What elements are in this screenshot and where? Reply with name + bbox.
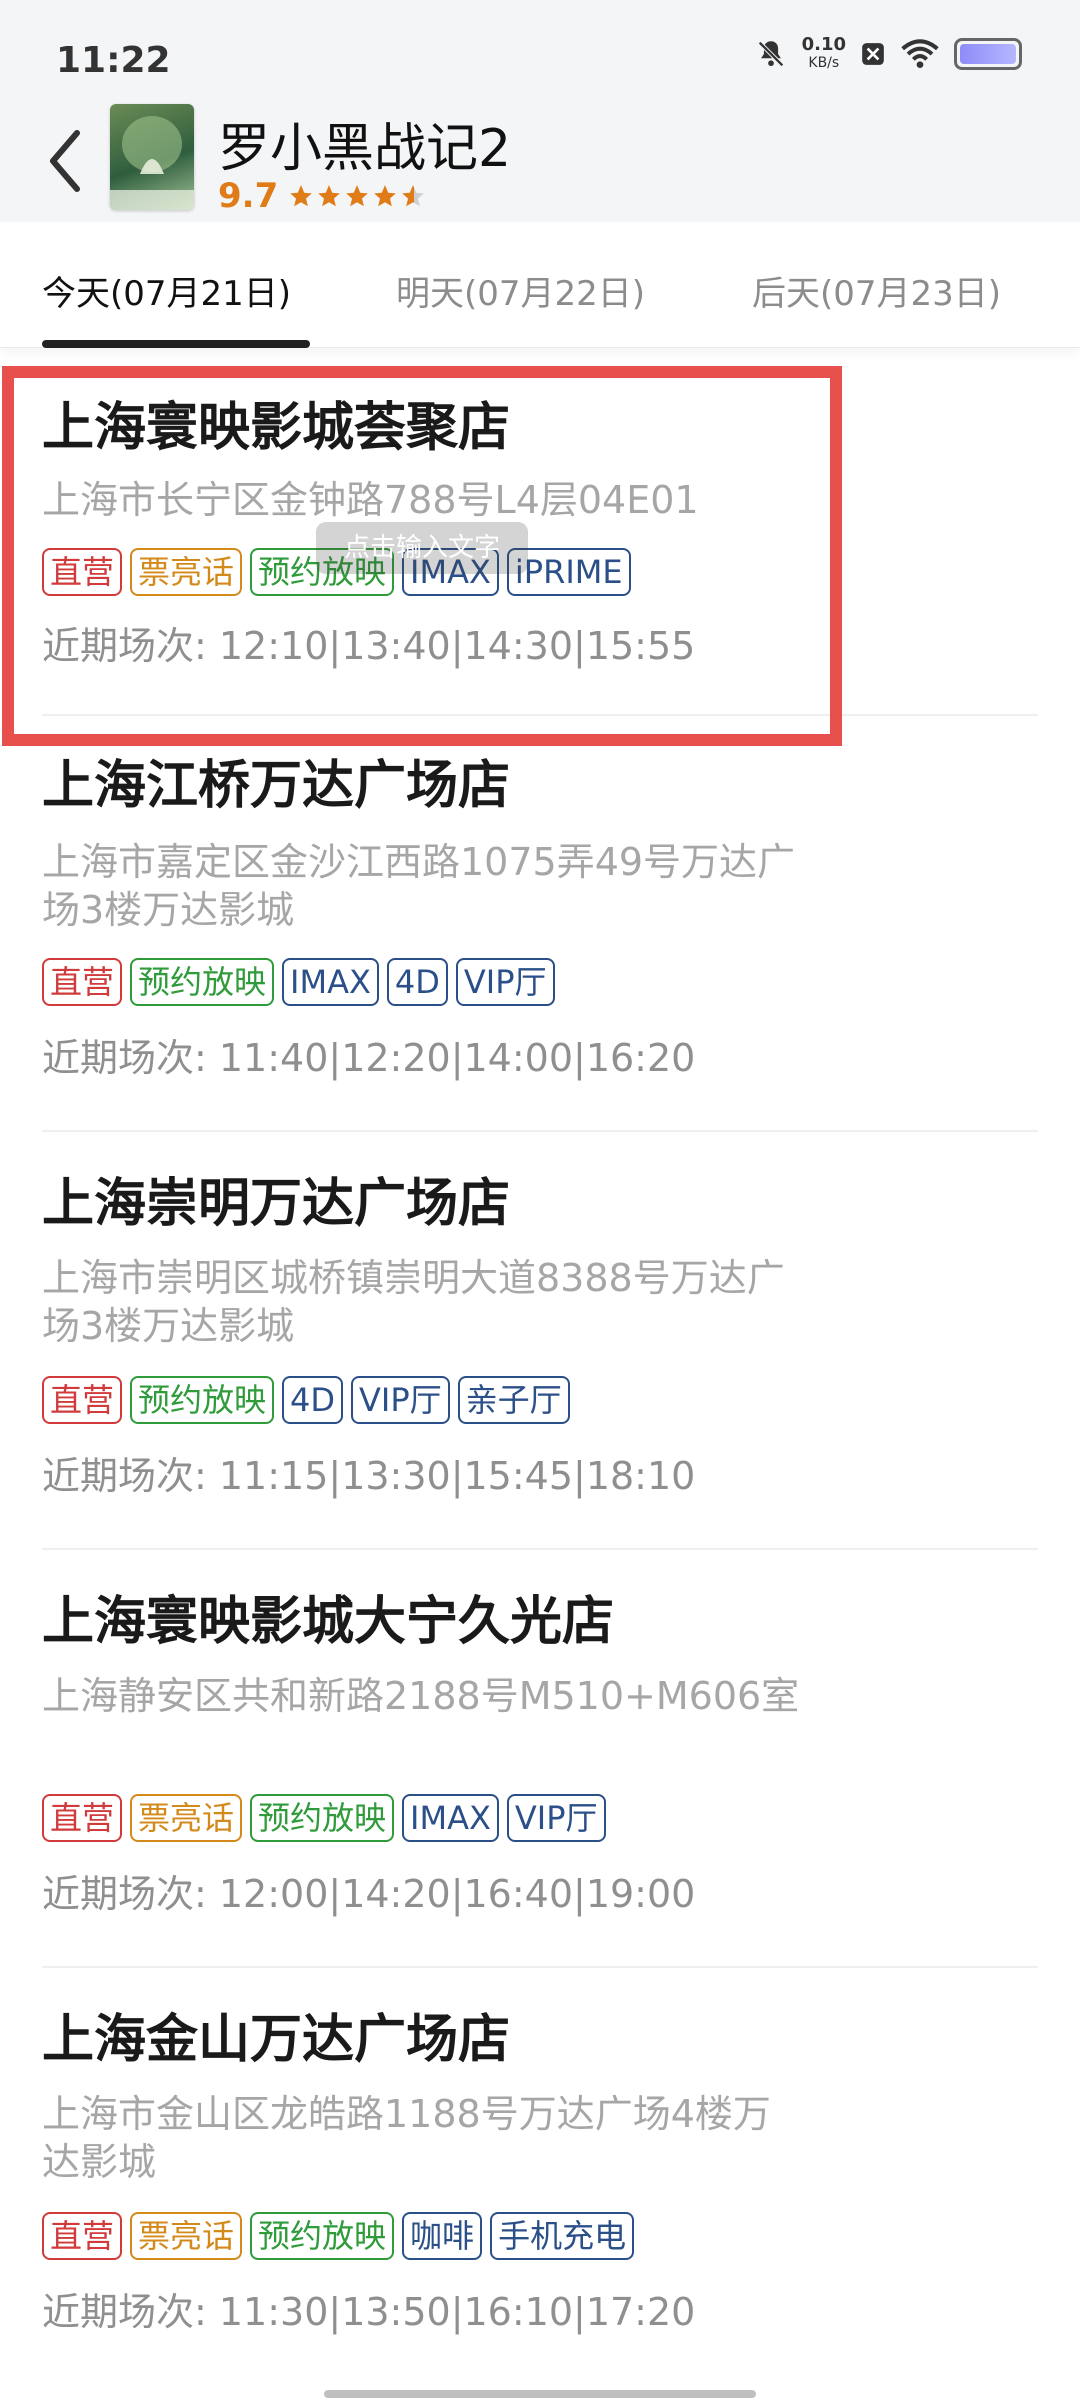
cinema-address: 上海静安区共和新路2188号M510+M606室: [42, 1674, 800, 1718]
cinema-address: 上海市崇明区城桥镇崇明大道8388号万达广场3楼万达影城: [42, 1256, 785, 1348]
rating-score: 9.7: [218, 176, 279, 216]
rating-stars: [288, 183, 426, 209]
cinema-showtimes: 近期场次: 12:00|14:20|16:40|19:00: [42, 1872, 696, 1916]
star-icon: [290, 185, 313, 207]
cinema-tags: 直营 票亮话 预约放映 IMAX VIP厅: [42, 1794, 606, 1842]
tag: 直营: [42, 958, 123, 1006]
cinema-card[interactable]: 上海江桥万达广场店 上海市嘉定区金沙江西路1075弄49号万达广场3楼万达影城 …: [0, 716, 1080, 1134]
tag: 预约放映: [250, 1794, 395, 1842]
cinema-name: 上海江桥万达广场店: [42, 756, 511, 816]
date-tabs: 今天(07月21日) 明天(07月22日) 后天(07月23日): [0, 222, 1080, 348]
cinema-showtimes: 近期场次: 11:30|13:50|16:10|17:20: [42, 2290, 696, 2334]
poster-image-icon: [110, 116, 194, 210]
status-time: 11:22: [56, 40, 171, 81]
tag: IMAX: [282, 958, 379, 1006]
movie-title: 罗小黑战记2: [218, 119, 512, 179]
tag: IMAX: [402, 1794, 499, 1842]
tag: 手机充电: [490, 2212, 635, 2260]
half-star-icon: [402, 185, 425, 207]
star-icon: [374, 185, 397, 207]
tag: 直营: [42, 1376, 123, 1424]
tab-today[interactable]: 今天(07月21日): [42, 266, 291, 315]
status-bar: 11:22 0.10 KB/s: [0, 0, 1080, 110]
status-icons: 0.10 KB/s: [754, 36, 1022, 72]
cinema-card[interactable]: 上海崇明万达广场店 上海市崇明区城桥镇崇明大道8388号万达广场3楼万达影城 直…: [0, 1134, 1080, 1552]
divider: [42, 1548, 1038, 1550]
no-sim-icon: [862, 43, 884, 65]
tag: 票亮话: [130, 1794, 243, 1842]
cinema-showtimes: 近期场次: 11:40|12:20|14:00|16:20: [42, 1036, 696, 1080]
tag: 预约放映: [250, 2212, 395, 2260]
tag: 预约放映: [130, 958, 275, 1006]
tag: 亲子厅: [457, 1376, 570, 1424]
tab-tomorrow[interactable]: 明天(07月22日): [396, 266, 645, 315]
cinema-name: 上海金山万达广场店: [42, 2010, 511, 2070]
star-icon: [318, 185, 341, 207]
cinema-card[interactable]: 上海金山万达广场店 上海市金山区龙皓路1188号万达广场4楼万达影城 直营 票亮…: [0, 1970, 1080, 2380]
tag: 票亮话: [130, 2212, 243, 2260]
tag: 预约放映: [130, 1376, 275, 1424]
mute-bell-icon: [757, 41, 784, 67]
tag: 直营: [42, 2212, 123, 2260]
movie-header: 罗小黑战记2 9.7: [0, 96, 1080, 222]
tab-active-underline: [42, 340, 310, 348]
back-button[interactable]: [30, 116, 100, 206]
home-indicator[interactable]: [324, 2390, 756, 2398]
cinema-showtimes: 近期场次: 11:15|13:30|15:45|18:10: [42, 1454, 696, 1498]
cinema-tags: 直营 预约放映 IMAX 4D VIP厅: [42, 958, 555, 1006]
network-speed-value: 0.10: [801, 34, 846, 55]
cinema-name: 上海寰映影城大宁久光店: [42, 1592, 615, 1652]
rating-row: 9.7: [218, 176, 426, 216]
cinema-address: 上海市嘉定区金沙江西路1075弄49号万达广场3楼万达影城: [42, 840, 796, 932]
movie-poster[interactable]: [110, 104, 194, 210]
tag: VIP厅: [351, 1376, 450, 1424]
network-speed: 0.10 KB/s: [802, 36, 846, 72]
tag: 4D: [386, 958, 448, 1006]
star-icon: [346, 185, 369, 207]
cinema-tags: 直营 预约放映 4D VIP厅 亲子厅: [42, 1376, 570, 1424]
network-speed-unit: KB/s: [808, 55, 840, 71]
tag: 直营: [42, 1794, 123, 1842]
divider: [42, 1130, 1038, 1132]
chevron-left-icon: [50, 130, 80, 192]
tag: VIP厅: [506, 1794, 606, 1842]
battery-fill: [960, 44, 1016, 64]
battery-icon: [954, 38, 1022, 70]
tag: VIP厅: [455, 958, 555, 1006]
divider: [42, 1966, 1038, 1968]
wifi-icon: [901, 39, 939, 68]
cinema-address: 上海市金山区龙皓路1188号万达广场4楼万达影城: [42, 2092, 771, 2184]
cinema-name: 上海崇明万达广场店: [42, 1174, 511, 1234]
cinema-tags: 直营 票亮话 预约放映 咖啡 手机充电: [42, 2212, 635, 2260]
tag: 4D: [282, 1376, 344, 1424]
tab-day-after[interactable]: 后天(07月23日): [752, 266, 1001, 315]
text-input-toast[interactable]: 点击输入文字: [316, 522, 528, 574]
cinema-card[interactable]: 上海寰映影城大宁久光店 上海静安区共和新路2188号M510+M606室 直营 …: [0, 1552, 1080, 1970]
tag: 咖啡: [402, 2212, 483, 2260]
